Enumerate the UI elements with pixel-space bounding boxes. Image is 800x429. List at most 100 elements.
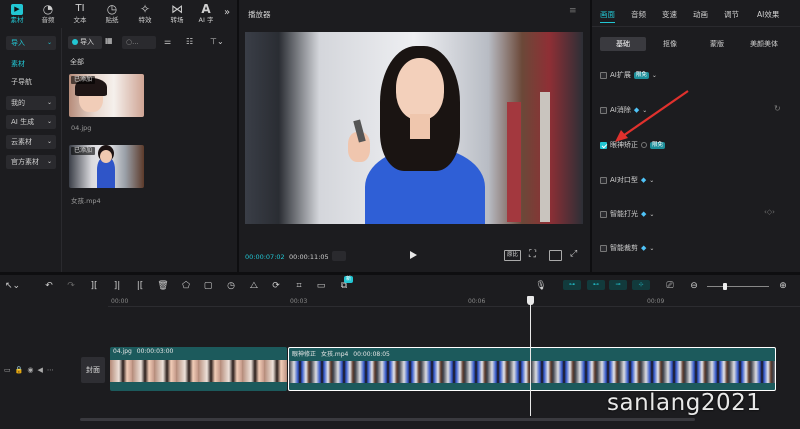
- keyframe-nav-icon[interactable]: ‹◇›: [764, 208, 775, 216]
- clip-video[interactable]: 眼神修正 女孩.mp4 00:00:08:05: [288, 347, 776, 391]
- clip-title: 04.jpg 00:00:03:00: [113, 348, 173, 355]
- sort-icon[interactable]: ⚌: [164, 37, 171, 46]
- player-menu-icon[interactable]: ≡: [569, 6, 577, 16]
- more-tabs-icon[interactable]: »: [224, 7, 230, 18]
- tab-ai-text[interactable]: A AI 字: [191, 2, 221, 28]
- caption-icon[interactable]: ▭: [315, 281, 327, 291]
- preview-axis-icon[interactable]: ⎚: [664, 281, 676, 291]
- sidebar-item-mine[interactable]: 我的 ⌄: [6, 96, 56, 110]
- sidebar-item-media[interactable]: 素材: [6, 57, 56, 71]
- media-search-input[interactable]: ○...: [122, 36, 156, 49]
- delete-icon[interactable]: 🗑: [157, 281, 169, 291]
- checkbox[interactable]: [600, 244, 607, 252]
- link-toggle-4[interactable]: ⊹: [632, 280, 650, 290]
- split-left-icon[interactable]: ]|: [111, 281, 123, 291]
- zoom-slider-handle[interactable]: [723, 283, 727, 290]
- checkbox[interactable]: [600, 176, 607, 184]
- eye-icon[interactable]: ◉: [27, 366, 37, 374]
- timeline-scrollbar[interactable]: [80, 418, 695, 421]
- media-thumbnail-video[interactable]: 已添加: [69, 145, 144, 188]
- zoom-in-icon[interactable]: ⊕: [777, 281, 789, 291]
- play-icon[interactable]: [410, 251, 417, 259]
- prop-smart-crop[interactable]: 智能裁剪 ◆ ⌄: [600, 243, 654, 253]
- category-all[interactable]: 全部: [70, 57, 84, 67]
- playhead-line[interactable]: [530, 298, 531, 416]
- track-hide-icon[interactable]: ▭: [4, 366, 15, 374]
- ratio-button[interactable]: 原比: [504, 250, 521, 261]
- cover-button[interactable]: 封面: [81, 357, 105, 383]
- link-toggle-3[interactable]: ⊸: [609, 280, 627, 290]
- tab-ai-effects[interactable]: AI效果: [757, 9, 779, 20]
- subtab-basic[interactable]: 基础: [600, 37, 646, 51]
- zoom-slider[interactable]: [707, 286, 769, 287]
- text-icon: TI: [75, 3, 85, 14]
- video-head: [100, 150, 112, 163]
- media-thumbnail-photo[interactable]: 已添加: [69, 74, 144, 117]
- chevron-down-icon: ⌄: [46, 39, 52, 46]
- tab-sticker[interactable]: ◷ 贴纸: [97, 2, 127, 28]
- fit-screen-icon[interactable]: ⛶: [529, 249, 536, 260]
- checkbox[interactable]: [600, 106, 607, 114]
- mute-icon[interactable]: ◀: [37, 366, 46, 374]
- redo-icon[interactable]: ↷: [65, 281, 77, 291]
- link-toggle-2[interactable]: ⊷: [587, 280, 605, 290]
- annotation-arrow: [615, 90, 689, 142]
- playhead-handle[interactable]: [527, 296, 534, 305]
- subtab-mask[interactable]: 蒙版: [694, 37, 740, 51]
- microphone-icon[interactable]: 🎙: [535, 281, 547, 291]
- tab-picture[interactable]: 画面: [600, 9, 615, 20]
- subtab-beauty[interactable]: 美颜美体: [741, 37, 787, 51]
- tab-media[interactable]: ▶ 素材: [2, 2, 32, 28]
- rotate-icon[interactable]: ⟳: [270, 281, 282, 291]
- tab-audio[interactable]: ◔ 音频: [33, 2, 63, 28]
- ruler-tick-label: 00:03: [290, 298, 308, 305]
- sidebar-item-subnav[interactable]: 子导航: [6, 75, 56, 89]
- tab-speed[interactable]: 变速: [662, 9, 677, 20]
- import-button-label: 导入: [80, 38, 94, 46]
- undo-icon[interactable]: ↶: [43, 281, 55, 291]
- filter-icon[interactable]: ⊤⌄: [210, 37, 224, 46]
- reverse-icon[interactable]: ◷: [225, 281, 237, 291]
- tab-audio-props[interactable]: 音频: [631, 9, 646, 20]
- checkbox[interactable]: [600, 71, 607, 79]
- marker-icon[interactable]: ⬠: [180, 281, 192, 291]
- prop-ai-lipsync[interactable]: AI对口型 ◆ ⌄: [600, 175, 654, 185]
- select-tool-icon[interactable]: ↖⌄: [5, 281, 20, 291]
- tab-transition[interactable]: ⋈ 转场: [162, 2, 192, 28]
- video-preview[interactable]: [245, 32, 583, 224]
- tab-text[interactable]: TI 文本: [65, 2, 95, 28]
- split-right-icon[interactable]: |[: [134, 281, 146, 291]
- more-icon[interactable]: ⋯: [47, 366, 58, 374]
- clip-photo[interactable]: 04.jpg 00:00:03:00: [110, 347, 287, 391]
- split-icon[interactable]: ][: [88, 281, 100, 291]
- timecode-format-icon[interactable]: [332, 251, 346, 261]
- hd-icon[interactable]: [549, 250, 562, 261]
- lock-icon[interactable]: 🔒: [15, 366, 28, 374]
- mirror-icon[interactable]: ⧍: [248, 281, 260, 291]
- crop-icon[interactable]: ⌗: [293, 281, 305, 291]
- link-toggle-1[interactable]: ⊶: [563, 280, 581, 290]
- import-dropdown[interactable]: 导入 ⌄: [6, 36, 56, 50]
- tab-adjust[interactable]: 调节: [724, 9, 739, 20]
- grid-view-icon[interactable]: ▦: [105, 36, 113, 45]
- sidebar-item-cloud[interactable]: 云素材 ⌄: [6, 135, 56, 149]
- sidebar-item-official[interactable]: 官方素材 ⌄: [6, 155, 56, 169]
- chevron-down-icon: ⌄: [46, 99, 52, 106]
- subtab-cutout[interactable]: 抠像: [647, 37, 693, 51]
- checkbox[interactable]: [600, 210, 607, 218]
- fullscreen-icon[interactable]: ⤢: [570, 249, 577, 259]
- zoom-out-icon[interactable]: ⊖: [688, 281, 700, 291]
- checkbox-checked[interactable]: [600, 141, 607, 149]
- prop-ai-expand[interactable]: AI扩展 限免 ⌄: [600, 70, 657, 80]
- track-controls: ▭🔒◉◀⋯: [4, 366, 58, 374]
- sidebar-item-ai-gen[interactable]: AI 生成 ⌄: [6, 115, 56, 129]
- freeze-icon[interactable]: ▢: [202, 281, 214, 291]
- ruler-tick-label: 00:00: [111, 298, 129, 305]
- prop-smart-light[interactable]: 智能打光 ◆ ⌄: [600, 209, 654, 219]
- reset-icon[interactable]: ↻: [774, 104, 781, 113]
- tab-animation[interactable]: 动画: [693, 9, 708, 20]
- import-button[interactable]: 导入: [68, 36, 102, 49]
- list-view-icon[interactable]: ☷: [186, 37, 193, 46]
- tab-effects[interactable]: ✧ 特效: [130, 2, 160, 28]
- tab-label: 转场: [170, 16, 184, 24]
